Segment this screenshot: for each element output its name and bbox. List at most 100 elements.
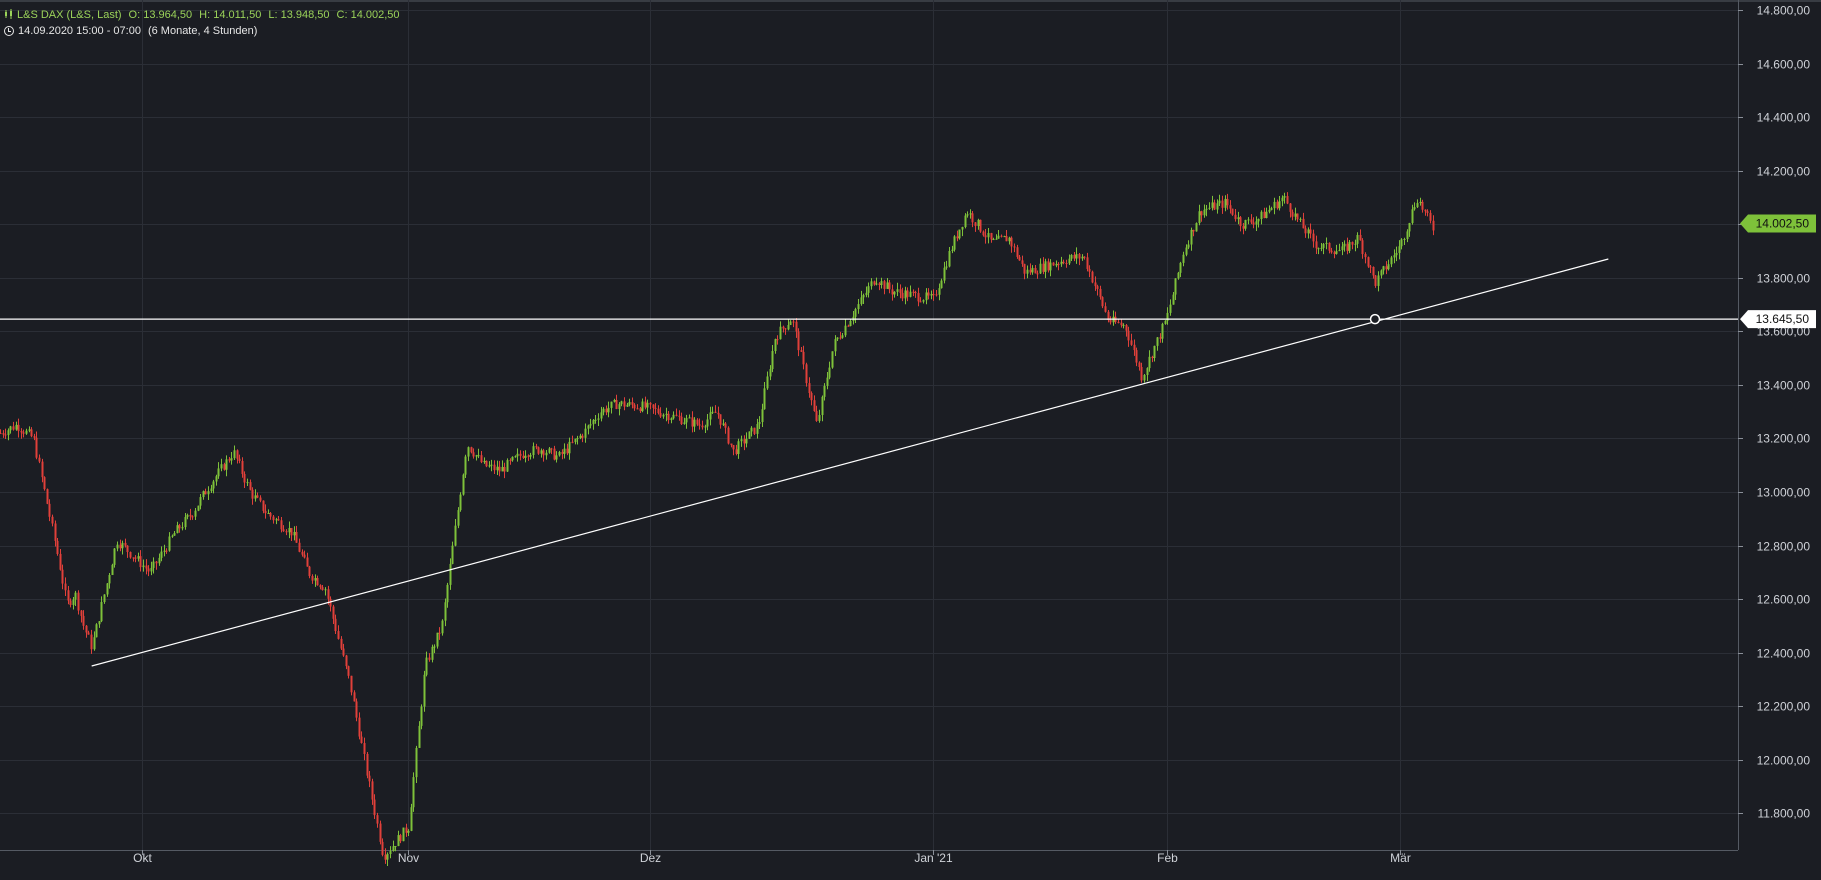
candle-body <box>360 736 363 744</box>
candle-body <box>1008 237 1011 242</box>
candle-body <box>984 235 987 238</box>
candle-body <box>410 807 413 831</box>
candle-body <box>730 443 733 446</box>
candle-body <box>1010 237 1013 247</box>
candle-body <box>132 557 135 559</box>
candle-body <box>308 566 311 577</box>
candle-body <box>917 293 920 302</box>
candle-body <box>256 495 259 498</box>
candle-body <box>1200 211 1203 216</box>
candle-body <box>519 453 522 456</box>
candle-body <box>600 412 603 419</box>
candle-body <box>220 464 223 469</box>
candle-body <box>675 414 678 416</box>
candle-body <box>293 531 296 536</box>
candle-body <box>1393 255 1396 258</box>
candle-body <box>217 468 220 477</box>
candle-body <box>659 413 662 417</box>
candle-body <box>1198 211 1201 224</box>
candle-body <box>982 231 985 236</box>
candle-body <box>940 280 943 289</box>
candle-body <box>1291 211 1294 217</box>
candle-body <box>490 464 493 466</box>
candle-body <box>974 222 977 226</box>
candle-body <box>1122 325 1125 327</box>
candle-body <box>1270 208 1273 210</box>
candle-body <box>186 514 189 517</box>
candle-body <box>295 531 298 543</box>
candle-body <box>51 516 54 524</box>
candle-body <box>1146 368 1149 375</box>
candle-body <box>134 557 137 559</box>
candle-body <box>1003 236 1006 238</box>
candle-body <box>1049 262 1052 271</box>
candle-body <box>680 416 683 425</box>
candle-body <box>392 846 395 852</box>
candle-body <box>0 433 2 435</box>
candle-body <box>1211 202 1214 208</box>
candle-body <box>1400 239 1403 247</box>
candle-body <box>867 286 870 293</box>
candle-body <box>438 632 441 634</box>
candle-body <box>756 423 759 434</box>
candlestick-chart[interactable]: 14.800,00 14.600,00 14.400,00 14.200,00 14.0… <box>0 0 1821 875</box>
candle-body <box>327 589 330 599</box>
candle-body <box>1234 214 1237 220</box>
candle-body <box>337 631 340 639</box>
candle-body <box>464 456 467 475</box>
candle-body <box>997 235 1000 239</box>
candle-body <box>1224 198 1227 208</box>
candle-body <box>371 781 374 800</box>
candle-body <box>238 458 241 461</box>
candle-body <box>1302 218 1305 229</box>
candle-body <box>147 568 150 572</box>
candle-body <box>722 423 725 425</box>
candle-body <box>1255 221 1258 225</box>
candle-body <box>485 460 488 467</box>
candle-body <box>771 350 774 370</box>
candle-body <box>1229 205 1232 209</box>
candle-body <box>1273 201 1276 209</box>
candle-body <box>683 422 686 425</box>
candle-body <box>1065 263 1068 265</box>
candle-body <box>1289 203 1292 212</box>
candle-body <box>100 602 103 622</box>
candle-body <box>1260 211 1263 220</box>
candle-body <box>15 424 18 430</box>
candle-body <box>568 441 571 454</box>
candle-body <box>886 282 889 289</box>
candle-body <box>849 320 852 326</box>
high-value: H: 14.011,50 <box>199 9 262 21</box>
candle-body <box>1133 344 1136 351</box>
candle-body <box>665 413 668 415</box>
candle-body <box>1216 203 1219 210</box>
candle-body <box>841 335 844 338</box>
candle-body <box>20 431 23 433</box>
candle-body <box>41 461 44 478</box>
candle-body <box>493 464 496 471</box>
chart-canvas[interactable]: 14.800,00 14.600,00 14.400,00 14.200,00 14.0… <box>0 0 1821 875</box>
candle-body <box>1432 220 1435 231</box>
candle-body <box>1081 256 1084 259</box>
candle-body <box>1390 257 1393 265</box>
candle-body <box>397 835 400 847</box>
candle-body <box>831 351 834 368</box>
candle-body <box>893 291 896 295</box>
candle-body <box>191 516 194 518</box>
candle-body <box>1044 261 1047 272</box>
candle-body <box>836 337 839 340</box>
candle-body <box>334 618 337 632</box>
candle-body <box>613 399 616 402</box>
candle-body <box>1174 278 1177 295</box>
candle-body <box>717 412 720 415</box>
candle-body <box>178 525 181 529</box>
candle-body <box>592 420 595 425</box>
candle-body <box>922 300 925 302</box>
candle-body <box>69 600 72 605</box>
candle-body <box>288 527 291 533</box>
candle-body <box>1101 297 1104 307</box>
support-line-handle <box>1369 313 1381 325</box>
candle-body <box>527 455 530 457</box>
candle-body <box>1055 263 1058 266</box>
candle-body <box>1372 266 1375 276</box>
